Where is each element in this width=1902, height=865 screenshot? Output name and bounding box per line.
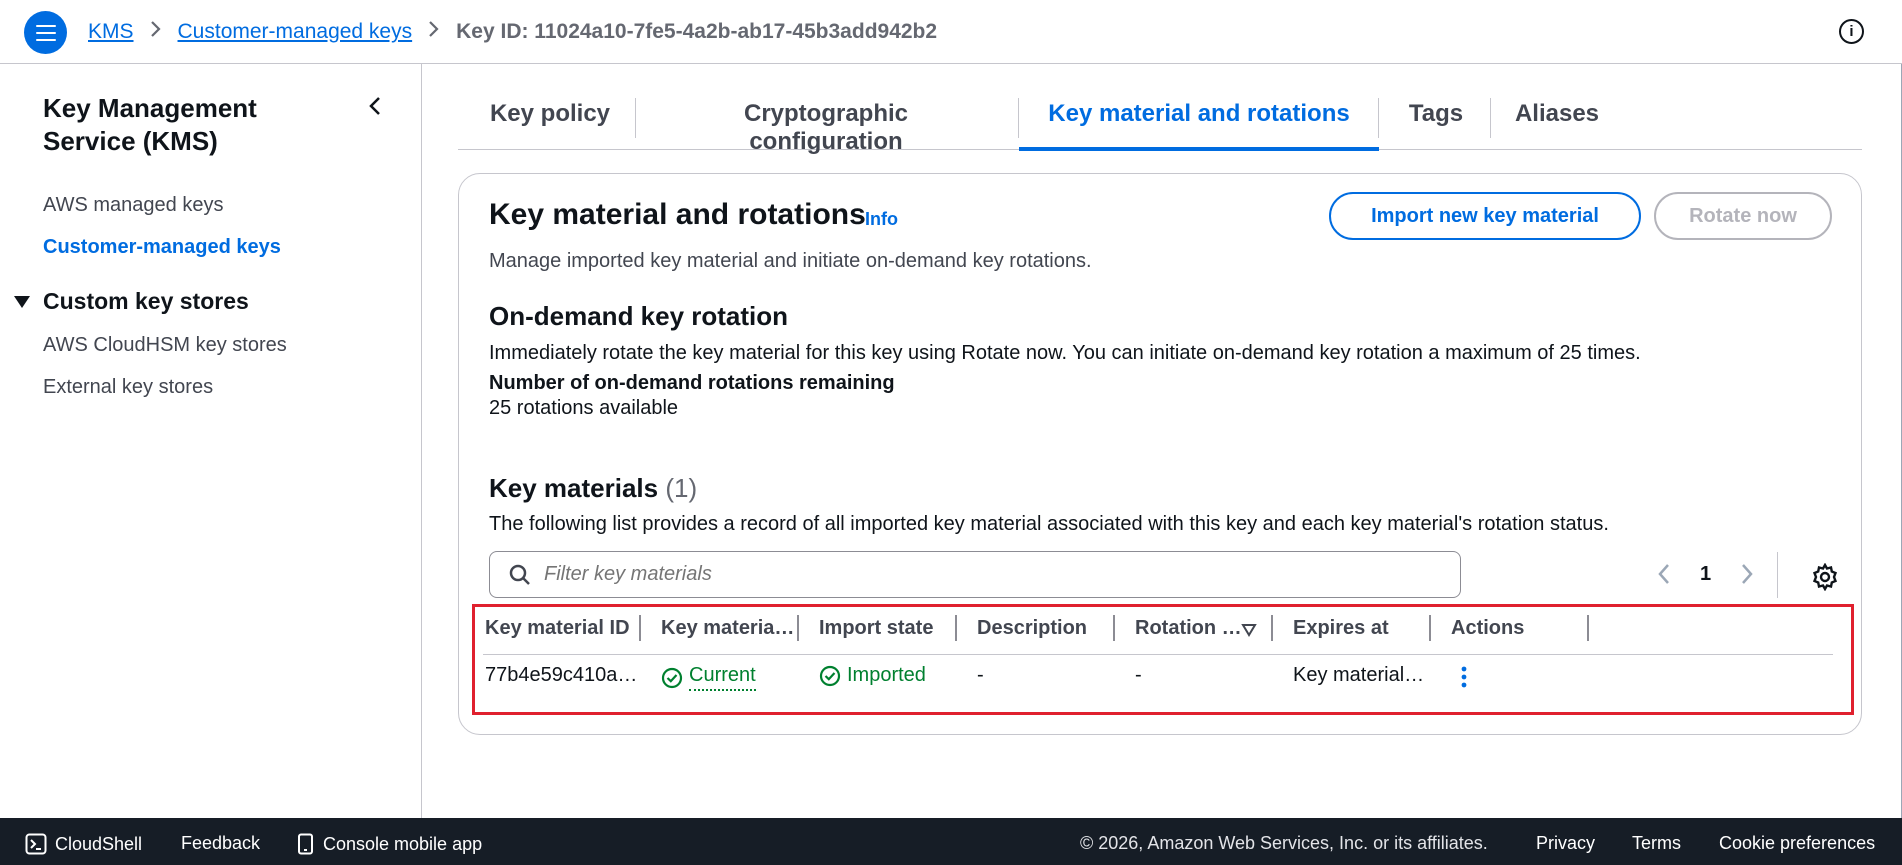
caret-down-icon xyxy=(14,295,30,308)
column-divider[interactable] xyxy=(639,615,641,641)
column-header-description[interactable]: Description xyxy=(977,617,1087,640)
tab-cryptographic-configuration[interactable]: Cryptographic configuration xyxy=(666,86,986,155)
tab-aliases[interactable]: Aliases xyxy=(1508,86,1606,150)
filter-box[interactable] xyxy=(489,551,1461,598)
remaining-value: 25 rotations available xyxy=(489,397,679,419)
column-divider[interactable] xyxy=(1271,615,1273,641)
sidebar-item-external-key-stores[interactable]: External key stores xyxy=(43,376,213,399)
column-divider[interactable] xyxy=(955,615,957,641)
breadcrumb-current-key: Key ID: 11024a10-7fe5-4a2b-ab17-45b3add9… xyxy=(456,20,938,43)
key-materials-description: The following list provides a record of … xyxy=(489,513,1609,535)
cell-import-state: Imported xyxy=(819,664,926,687)
tab-list: Key policy Cryptographic configuration K… xyxy=(458,86,1862,155)
tab-divider xyxy=(1490,98,1491,138)
tab-tags[interactable]: Tags xyxy=(1398,86,1474,150)
pagination-divider xyxy=(1777,552,1778,598)
pagination: 1 xyxy=(1654,562,1757,586)
info-icon[interactable]: i xyxy=(1839,19,1864,44)
page-number[interactable]: 1 xyxy=(1700,563,1711,586)
info-link[interactable]: Info xyxy=(865,209,898,230)
breadcrumb-customer-managed-keys[interactable]: Customer-managed keys xyxy=(178,20,413,44)
check-circle-icon xyxy=(661,667,683,688)
terms-link[interactable]: Terms xyxy=(1632,833,1681,854)
cloudshell-link[interactable]: CloudShell xyxy=(25,833,142,855)
menu-button[interactable] xyxy=(24,11,67,54)
feedback-link[interactable]: Feedback xyxy=(181,833,260,854)
on-demand-text: Immediately rotate the key material for … xyxy=(489,342,1641,364)
more-actions-icon[interactable] xyxy=(1459,665,1469,689)
key-materials-heading: Key materials (1) xyxy=(489,473,697,504)
search-icon xyxy=(509,564,530,585)
sidebar-title: Key Management Service (KMS) xyxy=(43,93,257,156)
gear-icon[interactable] xyxy=(1811,563,1839,591)
on-demand-heading: On-demand key rotation xyxy=(489,301,789,331)
cell-actions xyxy=(1459,665,1469,689)
tab-divider xyxy=(635,98,636,138)
column-divider[interactable] xyxy=(1587,615,1589,641)
chevron-right-icon[interactable] xyxy=(1737,562,1757,586)
footer: CloudShell Feedback Console mobile app ©… xyxy=(0,818,1902,865)
breadcrumb-kms[interactable]: KMS xyxy=(88,20,134,44)
tab-key-policy[interactable]: Key policy xyxy=(488,86,612,150)
import-key-material-button[interactable]: Import new key material xyxy=(1329,192,1641,240)
cookie-preferences-link[interactable]: Cookie preferences xyxy=(1719,833,1875,854)
key-material-panel: Key material and rotations Info Manage i… xyxy=(458,173,1862,735)
column-header-key-material-status[interactable]: Key materia… xyxy=(661,617,794,640)
key-materials-title: Key materials xyxy=(489,473,659,503)
sidebar-item-aws-managed-keys[interactable]: AWS managed keys xyxy=(43,194,223,217)
sidebar-item-customer-managed-keys[interactable]: Customer-managed keys xyxy=(43,236,281,259)
key-materials-count: (1) xyxy=(665,473,698,503)
chevron-right-icon xyxy=(428,20,440,44)
copyright-text: © 2026, Amazon Web Services, Inc. or its… xyxy=(1080,833,1488,853)
chevron-left-icon[interactable] xyxy=(1654,562,1674,586)
sort-descending-icon[interactable] xyxy=(1241,623,1257,637)
column-divider[interactable] xyxy=(1113,615,1115,641)
column-divider[interactable] xyxy=(797,615,799,641)
status-current[interactable]: Current xyxy=(689,664,756,691)
column-header-import-state[interactable]: Import state xyxy=(819,617,933,640)
console-mobile-app-link[interactable]: Console mobile app xyxy=(297,833,482,855)
chevron-right-icon xyxy=(150,20,162,44)
collapse-sidebar-icon[interactable] xyxy=(364,94,388,118)
cell-key-material-id: 77b4e59c410a… xyxy=(485,664,638,686)
breadcrumb: KMS Customer-managed keys Key ID: 11024a… xyxy=(88,20,937,44)
import-state-text: Imported xyxy=(847,664,926,686)
cloudshell-label: CloudShell xyxy=(55,833,143,854)
header-row-divider xyxy=(483,654,1833,655)
panel-title: Key material and rotations xyxy=(489,198,866,231)
column-divider[interactable] xyxy=(1429,615,1431,641)
filter-key-materials-input[interactable] xyxy=(544,563,1424,586)
panel-description: Manage imported key material and initiat… xyxy=(489,250,1092,272)
privacy-link[interactable]: Privacy xyxy=(1536,833,1595,854)
rotate-now-button: Rotate now xyxy=(1654,192,1832,240)
cell-description: - xyxy=(977,664,984,686)
terminal-icon xyxy=(25,833,47,855)
cell-expires-at: Key material… xyxy=(1293,664,1425,686)
cell-rotation: - xyxy=(1135,664,1142,686)
remaining-label: Number of on-demand rotations remaining xyxy=(489,372,895,394)
top-navigation: KMS Customer-managed keys Key ID: 11024a… xyxy=(0,0,1902,64)
side-navigation: Key Management Service (KMS) AWS managed… xyxy=(0,64,422,818)
sidebar-section-label: Custom key stores xyxy=(43,288,249,314)
cell-key-material-status[interactable]: Current xyxy=(661,664,756,691)
tab-divider xyxy=(1378,98,1379,138)
tab-key-material-and-rotations[interactable]: Key material and rotations xyxy=(1019,86,1379,151)
hamburger-icon xyxy=(35,24,56,41)
console-mobile-app-label: Console mobile app xyxy=(323,833,483,854)
mobile-icon xyxy=(298,833,313,855)
sidebar-section-custom-key-stores[interactable]: Custom key stores xyxy=(14,288,249,315)
column-header-rotation[interactable]: Rotation … xyxy=(1135,617,1242,640)
column-header-key-material-id[interactable]: Key material ID xyxy=(485,617,630,640)
column-header-actions: Actions xyxy=(1451,617,1525,639)
column-header-expires-at[interactable]: Expires at xyxy=(1293,617,1389,640)
check-circle-icon xyxy=(819,665,841,686)
sidebar-item-cloudhsm-key-stores[interactable]: AWS CloudHSM key stores xyxy=(43,334,287,357)
